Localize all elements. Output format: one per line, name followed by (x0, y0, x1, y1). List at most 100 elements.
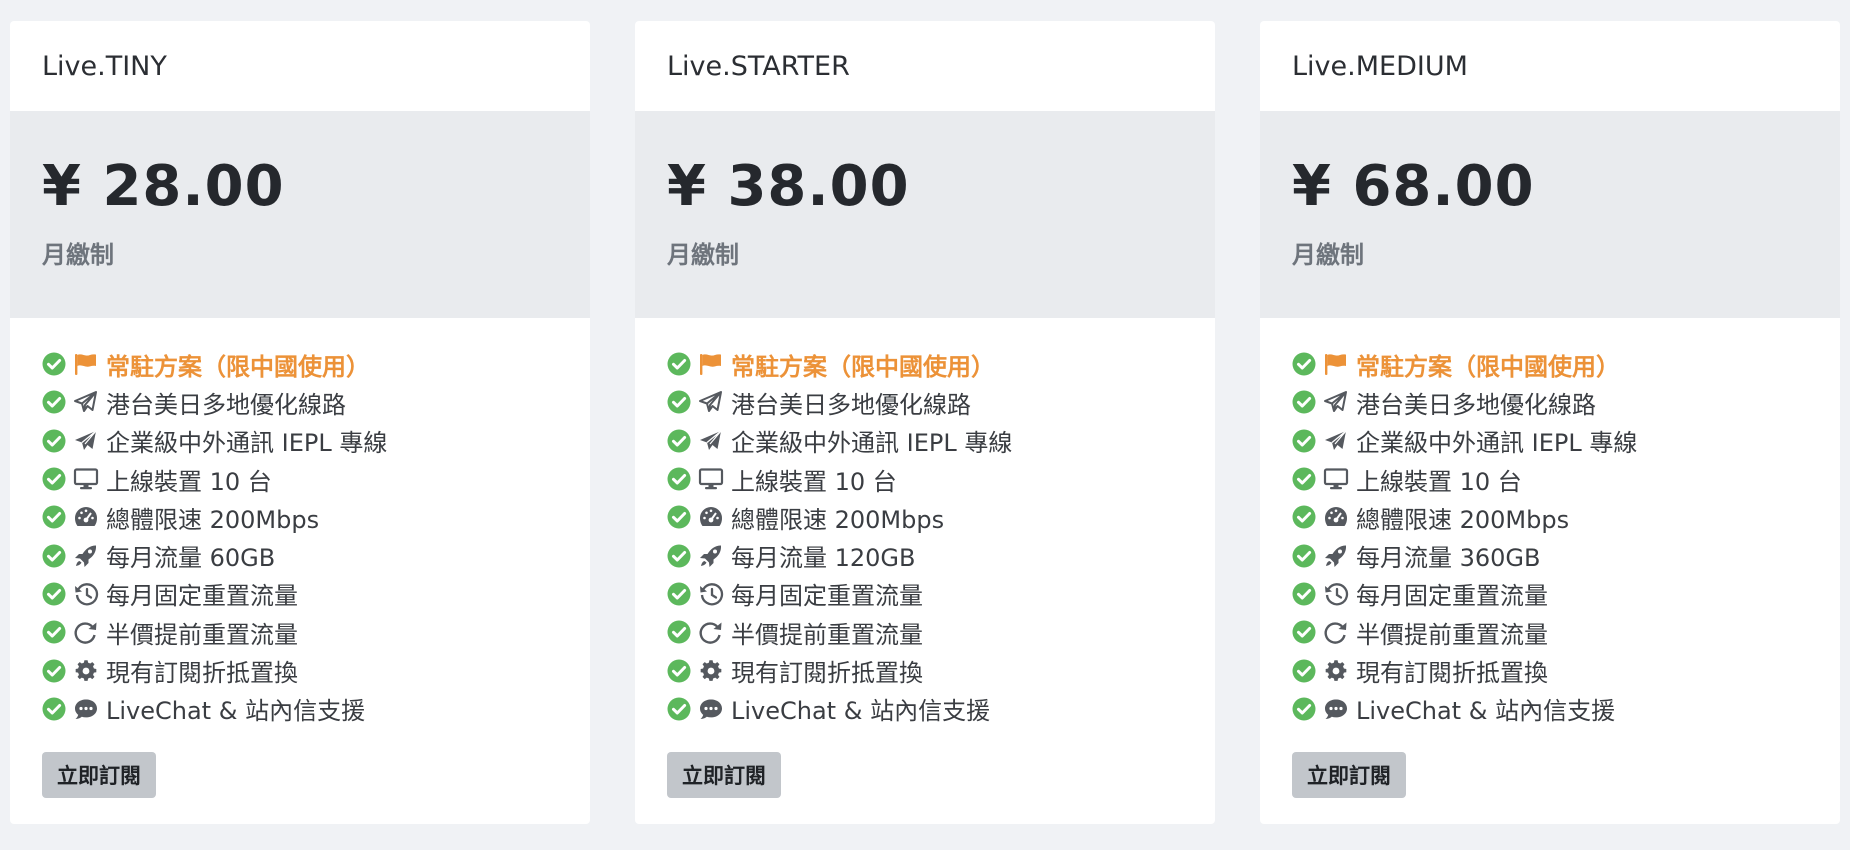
billing-cycle: 月繳制 (42, 241, 114, 269)
check-circle-icon (667, 467, 691, 491)
feature-label: 每月固定重置流量 (1356, 582, 1548, 611)
comment-dots-icon (72, 696, 100, 722)
feature-label: 企業級中外通訊 IEPL 專線 (106, 429, 388, 458)
feature-label: 每月流量 60GB (106, 544, 276, 573)
history-icon (697, 581, 725, 607)
check-circle-icon (667, 352, 691, 376)
feature-item: LiveChat & 站內信支援 (42, 690, 590, 728)
feature-label: 企業級中外通訊 IEPL 專線 (1356, 429, 1638, 458)
tachometer-icon (1322, 504, 1350, 530)
feature-label: 企業級中外通訊 IEPL 專線 (731, 429, 1013, 458)
feature-item: 企業級中外通訊 IEPL 專線 (42, 422, 590, 460)
plan-price: ¥ 68.00 (1292, 154, 1535, 219)
paper-plane-icon (72, 428, 100, 454)
feature-item: 港台美日多地優化線路 (667, 383, 1215, 421)
feature-item: 每月固定重置流量 (667, 575, 1215, 613)
feature-item: 常駐方案（限中國使用） (1292, 345, 1840, 383)
subscribe-button[interactable]: 立即訂閱 (42, 752, 156, 798)
feature-item: 上線裝置 10 台 (42, 460, 590, 498)
subscribe-button[interactable]: 立即訂閱 (667, 752, 781, 798)
plan-name: Live.TINY (42, 50, 167, 82)
price-block: ¥ 38.00 月繳制 (635, 111, 1215, 318)
tachometer-icon (697, 504, 725, 530)
feature-list: 常駐方案（限中國使用） 港台美日多地優化線路企業級中外通訊 IEPL 專線 上線裝置… (10, 318, 590, 728)
check-circle-icon (667, 429, 691, 453)
check-circle-icon (667, 659, 691, 683)
plan-card-tiny: Live.TINY ¥ 28.00 月繳制 常駐方案（限中國使用） 港台美日多地優… (10, 21, 590, 824)
feature-item: 現有訂閱折抵置換 (1292, 651, 1840, 689)
check-circle-icon (1292, 620, 1316, 644)
comment-dots-icon (1322, 696, 1350, 722)
feature-label: 半價提前重置流量 (106, 620, 298, 649)
feature-label: 常駐方案（限中國使用） (106, 352, 370, 381)
check-circle-icon (42, 467, 66, 491)
check-circle-icon (42, 390, 66, 414)
feature-label: 上線裝置 10 台 (1356, 467, 1522, 496)
feature-label: 上線裝置 10 台 (106, 467, 272, 496)
feature-label: 每月固定重置流量 (731, 582, 923, 611)
feature-label: 半價提前重置流量 (731, 620, 923, 649)
subscribe-button[interactable]: 立即訂閱 (1292, 752, 1406, 798)
flag-icon (1322, 351, 1350, 377)
check-circle-icon (667, 582, 691, 606)
feature-item: LiveChat & 站內信支援 (667, 690, 1215, 728)
check-circle-icon (1292, 697, 1316, 721)
desktop-icon (1322, 466, 1350, 492)
check-circle-icon (1292, 390, 1316, 414)
check-circle-icon (1292, 582, 1316, 606)
desktop-icon (697, 466, 725, 492)
feature-item: 港台美日多地優化線路 (1292, 383, 1840, 421)
check-circle-icon (42, 659, 66, 683)
check-circle-icon (667, 390, 691, 414)
gear-icon (697, 658, 725, 684)
billing-cycle: 月繳制 (1292, 241, 1364, 269)
check-circle-icon (42, 582, 66, 606)
feature-label: LiveChat & 站內信支援 (731, 697, 991, 726)
check-circle-icon (1292, 429, 1316, 453)
feature-item: 總體限速 200Mbps (42, 498, 590, 536)
plan-card-starter: Live.STARTER ¥ 38.00 月繳制 常駐方案（限中國使用） 港台美日… (635, 21, 1215, 824)
check-circle-icon (42, 697, 66, 721)
feature-item: 每月固定重置流量 (42, 575, 590, 613)
plan-name: Live.STARTER (667, 50, 850, 82)
flag-icon (697, 351, 725, 377)
feature-item: 企業級中外通訊 IEPL 專線 (1292, 422, 1840, 460)
history-icon (1322, 581, 1350, 607)
check-circle-icon (667, 505, 691, 529)
redo-icon (1322, 619, 1350, 645)
feature-item: 現有訂閱折抵置換 (667, 651, 1215, 689)
feature-label: 港台美日多地優化線路 (731, 390, 971, 419)
rocket-icon (1322, 543, 1350, 569)
feature-item: 上線裝置 10 台 (667, 460, 1215, 498)
paper-plane-outline-icon (1322, 389, 1350, 415)
check-circle-icon (42, 352, 66, 376)
redo-icon (697, 619, 725, 645)
feature-item: 常駐方案（限中國使用） (667, 345, 1215, 383)
feature-item: 半價提前重置流量 (667, 613, 1215, 651)
feature-item: 上線裝置 10 台 (1292, 460, 1840, 498)
check-circle-icon (1292, 467, 1316, 491)
feature-label: 港台美日多地優化線路 (1356, 390, 1596, 419)
feature-item: 總體限速 200Mbps (1292, 498, 1840, 536)
plan-name: Live.MEDIUM (1292, 50, 1468, 82)
feature-item: 每月流量 360GB (1292, 536, 1840, 574)
feature-item: LiveChat & 站內信支援 (1292, 690, 1840, 728)
feature-label: 每月流量 120GB (731, 544, 916, 573)
feature-label: 常駐方案（限中國使用） (1356, 352, 1620, 381)
rocket-icon (697, 543, 725, 569)
feature-item: 港台美日多地優化線路 (42, 383, 590, 421)
price-block: ¥ 68.00 月繳制 (1260, 111, 1840, 318)
feature-label: 現有訂閱折抵置換 (731, 659, 923, 688)
feature-item: 現有訂閱折抵置換 (42, 651, 590, 689)
feature-label: 總體限速 200Mbps (106, 505, 320, 534)
check-circle-icon (667, 620, 691, 644)
feature-label: 半價提前重置流量 (1356, 620, 1548, 649)
paper-plane-outline-icon (72, 389, 100, 415)
check-circle-icon (42, 505, 66, 529)
paper-plane-outline-icon (697, 389, 725, 415)
check-circle-icon (1292, 659, 1316, 683)
flag-icon (72, 351, 100, 377)
check-circle-icon (667, 697, 691, 721)
paper-plane-icon (1322, 428, 1350, 454)
feature-item: 企業級中外通訊 IEPL 專線 (667, 422, 1215, 460)
